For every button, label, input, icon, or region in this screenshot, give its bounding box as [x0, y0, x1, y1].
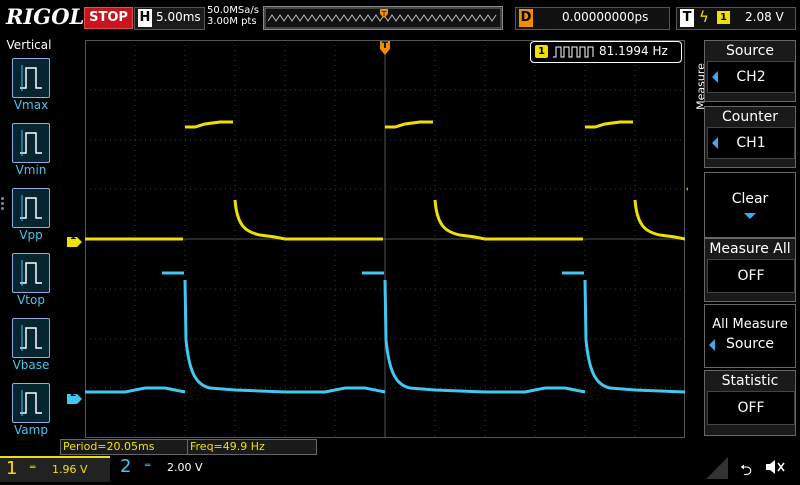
- left-menu-label-vmax: Vmax: [13, 98, 49, 112]
- left-menu-label-vbase: Vbase: [12, 358, 50, 372]
- left-menu-label-vpp: Vpp: [19, 228, 43, 242]
- softkey-statistic[interactable]: Statistic OFF: [704, 370, 796, 436]
- delay-key: D: [519, 9, 533, 27]
- trigger-key: T: [680, 9, 694, 27]
- ch2-trace-segment: [285, 386, 386, 394]
- memory-depth: 3.00M pts: [207, 16, 257, 27]
- softkey-source[interactable]: Source CH2: [704, 40, 796, 102]
- trigger-position-label: T: [381, 41, 389, 51]
- menu-corner-icon: [706, 457, 728, 479]
- ch1-number: 1: [6, 458, 18, 479]
- statistic-value: OFF: [737, 400, 765, 416]
- ch1-offset-label: 1: [70, 232, 77, 242]
- source-value: CH2: [736, 69, 766, 85]
- left-arrow-icon: [709, 339, 715, 351]
- left-menu-label-vmin: Vmin: [15, 163, 47, 177]
- run-stop-indicator[interactable]: STOP: [84, 7, 133, 29]
- freq-readout: Freq=49.9 Hz: [187, 439, 317, 455]
- clear-label: Clear: [731, 191, 769, 207]
- all-measure-source-line2: Source: [725, 336, 775, 352]
- left-arrow-icon: [712, 71, 718, 83]
- counter-channel: 1: [535, 45, 548, 58]
- ch1-scale: 1.96 V: [52, 463, 88, 476]
- vbase-icon[interactable]: [12, 318, 50, 358]
- ch1-trace-segment: [633, 199, 685, 241]
- vmin-icon[interactable]: [12, 123, 50, 163]
- waveform-grid[interactable]: [85, 40, 685, 438]
- ch1-trace-segment: [585, 120, 633, 129]
- sample-rate: 50.0MSa/s: [207, 5, 259, 16]
- rising-edge-icon: ϟ: [699, 8, 709, 26]
- counter-value-box: CH1: [707, 127, 795, 159]
- trigger-level: 2.08 V: [745, 10, 784, 24]
- trigger-box[interactable]: T ϟ 1 2.08 V: [676, 7, 796, 30]
- trigger-source: 1: [717, 11, 730, 24]
- statistic-value-box: OFF: [707, 391, 795, 425]
- left-menu-label-vtop: Vtop: [17, 293, 45, 307]
- delay-box[interactable]: D 0.00000000ps: [515, 7, 670, 30]
- vpp-icon[interactable]: [12, 188, 50, 228]
- measure-all-value: OFF: [737, 268, 765, 284]
- counter-value: 81.1994 Hz: [599, 44, 668, 58]
- vmax-icon[interactable]: [12, 58, 50, 98]
- period-readout: Period=20.05ms: [60, 439, 188, 455]
- left-arrow-icon: [712, 137, 718, 149]
- ch2-offset-marker[interactable]: 2: [67, 389, 83, 409]
- statistic-label: Statistic: [705, 371, 795, 389]
- softkey-all-measure-source[interactable]: All Measure Source: [704, 304, 796, 368]
- left-menu-label-vamp: Vamp: [14, 423, 48, 437]
- counter-label: Counter: [705, 107, 795, 125]
- ch2-trace-segment: [485, 386, 586, 394]
- counter-readout: 1 81.1994 Hz: [530, 41, 682, 63]
- softkey-measure-all[interactable]: Measure All OFF: [704, 238, 796, 302]
- timebase-box[interactable]: H 5.00ms: [134, 7, 205, 30]
- sampling-info: 50.0MSa/s 3.00M pts: [207, 5, 259, 27]
- page-dots: [1, 195, 5, 212]
- trigger-position-marker[interactable]: T: [379, 40, 391, 60]
- timebase-value: 5.00ms: [156, 10, 201, 24]
- ch1-trace-segment: [233, 199, 286, 241]
- dc-coupling-icon: ═: [30, 463, 36, 473]
- ch2-number: 2: [120, 456, 132, 477]
- delay-value: 0.00000000ps: [562, 10, 649, 24]
- pulse-icon: [553, 46, 594, 58]
- right-menu-title-bar: Measure: [689, 40, 708, 400]
- ch2-scale: 2.00 V: [167, 461, 203, 474]
- memory-waveform: T: [264, 7, 502, 29]
- measure-all-value-box: OFF: [707, 259, 795, 293]
- all-measure-source-line1: All Measure: [712, 317, 788, 332]
- speaker-mute-icon[interactable]: [764, 457, 786, 481]
- softkey-counter[interactable]: Counter CH1: [704, 106, 796, 168]
- vamp-icon[interactable]: [12, 383, 50, 423]
- source-label: Source: [705, 41, 795, 59]
- ch1-offset-marker[interactable]: 1: [67, 232, 83, 252]
- source-value-box: CH2: [707, 61, 795, 93]
- vtop-icon[interactable]: [12, 253, 50, 293]
- top-status-bar: RIGOL STOP H 5.00ms 50.0MSa/s 3.00M pts …: [0, 0, 800, 36]
- timebase-key: H: [138, 9, 152, 27]
- left-menu-title: Vertical: [6, 38, 52, 52]
- ch2-trace-segment: [85, 386, 186, 394]
- brand-logo: RIGOL: [6, 4, 85, 29]
- counter-menu-value: CH1: [736, 135, 766, 151]
- ch1-trace-segment: [433, 199, 486, 241]
- memory-overview: T: [263, 6, 503, 30]
- softkey-clear[interactable]: Clear: [704, 172, 796, 238]
- ch2-offset-label: 2: [70, 389, 77, 399]
- chevron-down-icon: [744, 213, 756, 219]
- ch1-trace-segment: [185, 120, 233, 129]
- measure-all-label: Measure All: [705, 239, 795, 257]
- ch1-scale-box[interactable]: 1 ═ 1.96 V: [0, 456, 110, 482]
- ch2-scale-box[interactable]: 2 ═ 2.00 V: [115, 456, 225, 480]
- usb-icon: ⮌: [740, 461, 753, 479]
- ch1-trace-segment: [385, 120, 433, 129]
- all-measure-source-row: Source: [705, 336, 795, 352]
- dc-coupling-icon: ═: [145, 461, 151, 471]
- memory-trigger-marker: T: [381, 10, 387, 18]
